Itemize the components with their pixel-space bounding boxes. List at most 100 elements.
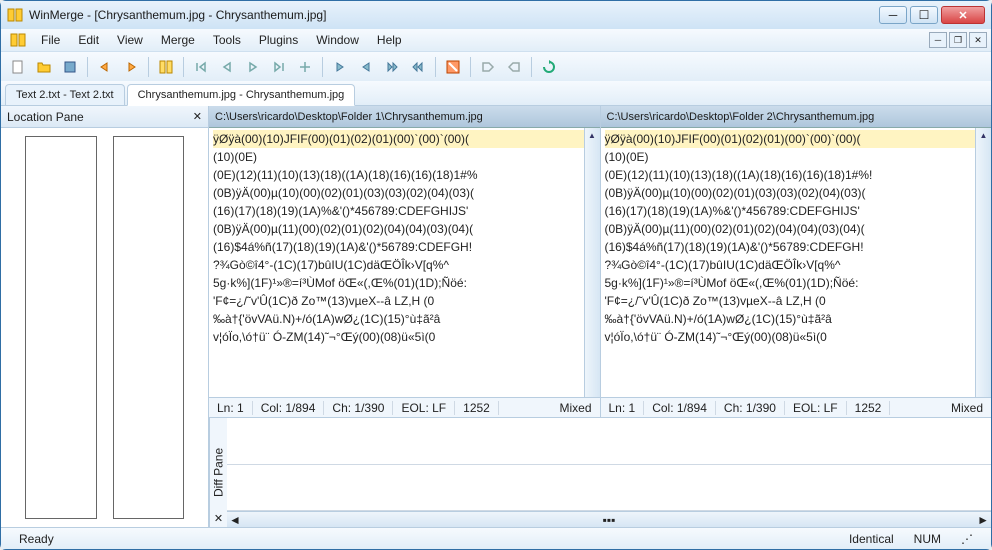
save-button[interactable] — [59, 56, 81, 78]
menu-plugins[interactable]: Plugins — [251, 30, 306, 50]
scrollbar-horizontal[interactable]: ◄▪▪▪► — [227, 511, 991, 527]
content-line: (10)(0E) — [213, 148, 596, 166]
refresh-button[interactable] — [538, 56, 560, 78]
redo-button[interactable] — [120, 56, 142, 78]
tab-chrysanthemum[interactable]: Chrysanthemum.jpg - Chrysanthemum.jpg — [127, 84, 356, 106]
content-line: 'F¢=¿/˜v'Û(1C)ð Zo™(13)vµeX--â LZ,H (0 — [605, 292, 988, 310]
menu-window[interactable]: Window — [308, 30, 367, 50]
document-tabs: Text 2.txt - Text 2.txt Chrysanthemum.jp… — [1, 81, 991, 105]
status-col: Col: 1/894 — [253, 401, 325, 415]
location-pane-header: Location Pane ✕ — [1, 106, 208, 128]
content-line: 'F¢=¿/˜v'Û(1C)ð Zo™(13)vµeX--â LZ,H (0 — [213, 292, 596, 310]
status-mode: Mixed — [943, 401, 991, 415]
diff-pane-close-icon[interactable]: ✕ — [212, 512, 225, 525]
content-line: ÿØÿà(00)(10)JFIF(00)(01)(02)(01)(00)`(00… — [605, 130, 988, 148]
menu-edit[interactable]: Edit — [70, 30, 107, 50]
status-ready: Ready — [9, 532, 64, 546]
app-icon — [7, 7, 23, 23]
content-line: ?¾Gò©î4°-(1C)(17)bûIU(1C)däŒÖÎk›V[q%^ — [213, 256, 596, 274]
left-status: Ln: 1 Col: 1/894 Ch: 1/390 EOL: LF 1252 … — [209, 397, 600, 417]
status-ch: Ch: 1/390 — [716, 401, 785, 415]
content-line: ÿØÿà(00)(10)JFIF(00)(01)(02)(01)(00)`(00… — [213, 130, 596, 148]
menu-help[interactable]: Help — [369, 30, 410, 50]
separator-icon — [87, 57, 88, 77]
options-button[interactable] — [442, 56, 464, 78]
diff-pane-row[interactable] — [227, 418, 991, 465]
diff-pane: ✕ Diff Pane ◄▪▪▪► — [209, 417, 991, 527]
status-mode: Mixed — [551, 401, 599, 415]
separator-icon — [148, 57, 149, 77]
content-line: (16)(17)(18)(19)(1A)%&'()*456789:CDEFGHI… — [213, 202, 596, 220]
mdi-close-button[interactable]: ✕ — [969, 32, 987, 48]
content-line: (10)(0E) — [605, 148, 988, 166]
left-path-header: C:\Users\ricardo\Desktop\Folder 1\Chrysa… — [209, 106, 600, 128]
location-pane: Location Pane ✕ — [1, 106, 209, 527]
status-num: NUM — [904, 532, 951, 546]
separator-icon — [470, 57, 471, 77]
open-button[interactable] — [33, 56, 55, 78]
titlebar: WinMerge - [Chrysanthemum.jpg - Chrysant… — [1, 1, 991, 29]
left-content[interactable]: ÿØÿà(00)(10)JFIF(00)(01)(02)(01)(00)`(00… — [209, 128, 600, 397]
separator-icon — [322, 57, 323, 77]
content-line: ?¾Gò©î4°-(1C)(17)bûIU(1C)däŒÖÎk›V[q%^ — [605, 256, 988, 274]
copy-right-button[interactable] — [355, 56, 377, 78]
menu-tools[interactable]: Tools — [205, 30, 249, 50]
goto-diff-button[interactable] — [294, 56, 316, 78]
scrollbar-vertical[interactable]: ▲ — [584, 128, 600, 397]
content-line: 5g·k%](1F)¹»®=í³ÙMof öŒ«(,Œ%(01)(1D);Ñöé… — [605, 274, 988, 292]
content-line: v¦óÏo,\ó†ü¨ Ó-ZM(14)˜¬°Œý(00)(08)ü«5ì(0 — [213, 328, 596, 346]
mdi-minimize-button[interactable]: ─ — [929, 32, 947, 48]
compare-pane-left: C:\Users\ricardo\Desktop\Folder 1\Chrysa… — [209, 106, 601, 417]
diff-next-button[interactable] — [155, 56, 177, 78]
menu-file[interactable]: File — [33, 30, 68, 50]
mdi-restore-button[interactable]: ❐ — [949, 32, 967, 48]
minimize-button[interactable]: ─ — [879, 6, 907, 24]
all-right-button[interactable] — [477, 56, 499, 78]
diff-pane-row[interactable] — [227, 465, 991, 512]
location-pane-title: Location Pane — [7, 110, 84, 124]
undo-button[interactable] — [94, 56, 116, 78]
location-thumb-left[interactable] — [25, 136, 97, 519]
resize-grip-icon[interactable]: ⋰ — [951, 532, 983, 546]
status-ln: Ln: 1 — [209, 401, 253, 415]
app-menu-icon[interactable] — [9, 31, 27, 49]
status-identical: Identical — [839, 532, 904, 546]
content-line: (0B)ÿÄ(00)µ(11)(00)(02)(01)(02)(04)(04)(… — [213, 220, 596, 238]
status-ch: Ch: 1/390 — [324, 401, 393, 415]
diff-pane-label: ✕ Diff Pane — [209, 418, 227, 527]
client-area: Location Pane ✕ C:\Users\ricardo\Desktop… — [1, 105, 991, 527]
all-left-button[interactable] — [503, 56, 525, 78]
close-button[interactable]: ✕ — [941, 6, 985, 24]
status-codepage: 1252 — [847, 401, 891, 415]
maximize-button[interactable]: ☐ — [910, 6, 938, 24]
status-eol: EOL: LF — [393, 401, 455, 415]
separator-icon — [183, 57, 184, 77]
copy-left-button[interactable] — [329, 56, 351, 78]
prev-diff-button[interactable] — [216, 56, 238, 78]
content-line: (16)$4á%ñ(17)(18)(19)(1A)&'()*56789:CDEF… — [605, 238, 988, 256]
status-eol: EOL: LF — [785, 401, 847, 415]
next-diff-button[interactable] — [242, 56, 264, 78]
last-diff-button[interactable] — [268, 56, 290, 78]
menu-view[interactable]: View — [109, 30, 151, 50]
content-line: (16)$4á%ñ(17)(18)(19)(1A)&'()*56789:CDEF… — [213, 238, 596, 256]
location-pane-close-icon[interactable]: ✕ — [193, 110, 202, 123]
separator-icon — [531, 57, 532, 77]
location-thumb-right[interactable] — [113, 136, 185, 519]
copy-all-left-button[interactable] — [381, 56, 403, 78]
compare-pane-right: C:\Users\ricardo\Desktop\Folder 2\Chrysa… — [601, 106, 992, 417]
copy-all-right-button[interactable] — [407, 56, 429, 78]
scrollbar-vertical[interactable]: ▲ — [975, 128, 991, 397]
status-col: Col: 1/894 — [644, 401, 716, 415]
status-ln: Ln: 1 — [601, 401, 645, 415]
menu-merge[interactable]: Merge — [153, 30, 203, 50]
content-line: 5g·k%](1F)¹»®=í³ÙMof öŒ«(,Œ%(01)(1D);Ñöé… — [213, 274, 596, 292]
content-line: ‰à†{'övVAü.N)+/ó(1A)wØ¿(1C)(15)°ù‡ã²â — [605, 310, 988, 328]
content-line: (16)(17)(18)(19)(1A)%&'()*456789:CDEFGHI… — [605, 202, 988, 220]
new-button[interactable] — [7, 56, 29, 78]
content-line: v¦óÏo,\ó†ü¨ Ó-ZM(14)˜¬°Œý(00)(08)ü«5ì(0 — [605, 328, 988, 346]
tab-text2[interactable]: Text 2.txt - Text 2.txt — [5, 84, 125, 105]
right-content[interactable]: ÿØÿà(00)(10)JFIF(00)(01)(02)(01)(00)`(00… — [601, 128, 992, 397]
content-line: (0E)(12)(11)(10)(13)(18)((1A)(18)(16)(16… — [213, 166, 596, 184]
first-diff-button[interactable] — [190, 56, 212, 78]
